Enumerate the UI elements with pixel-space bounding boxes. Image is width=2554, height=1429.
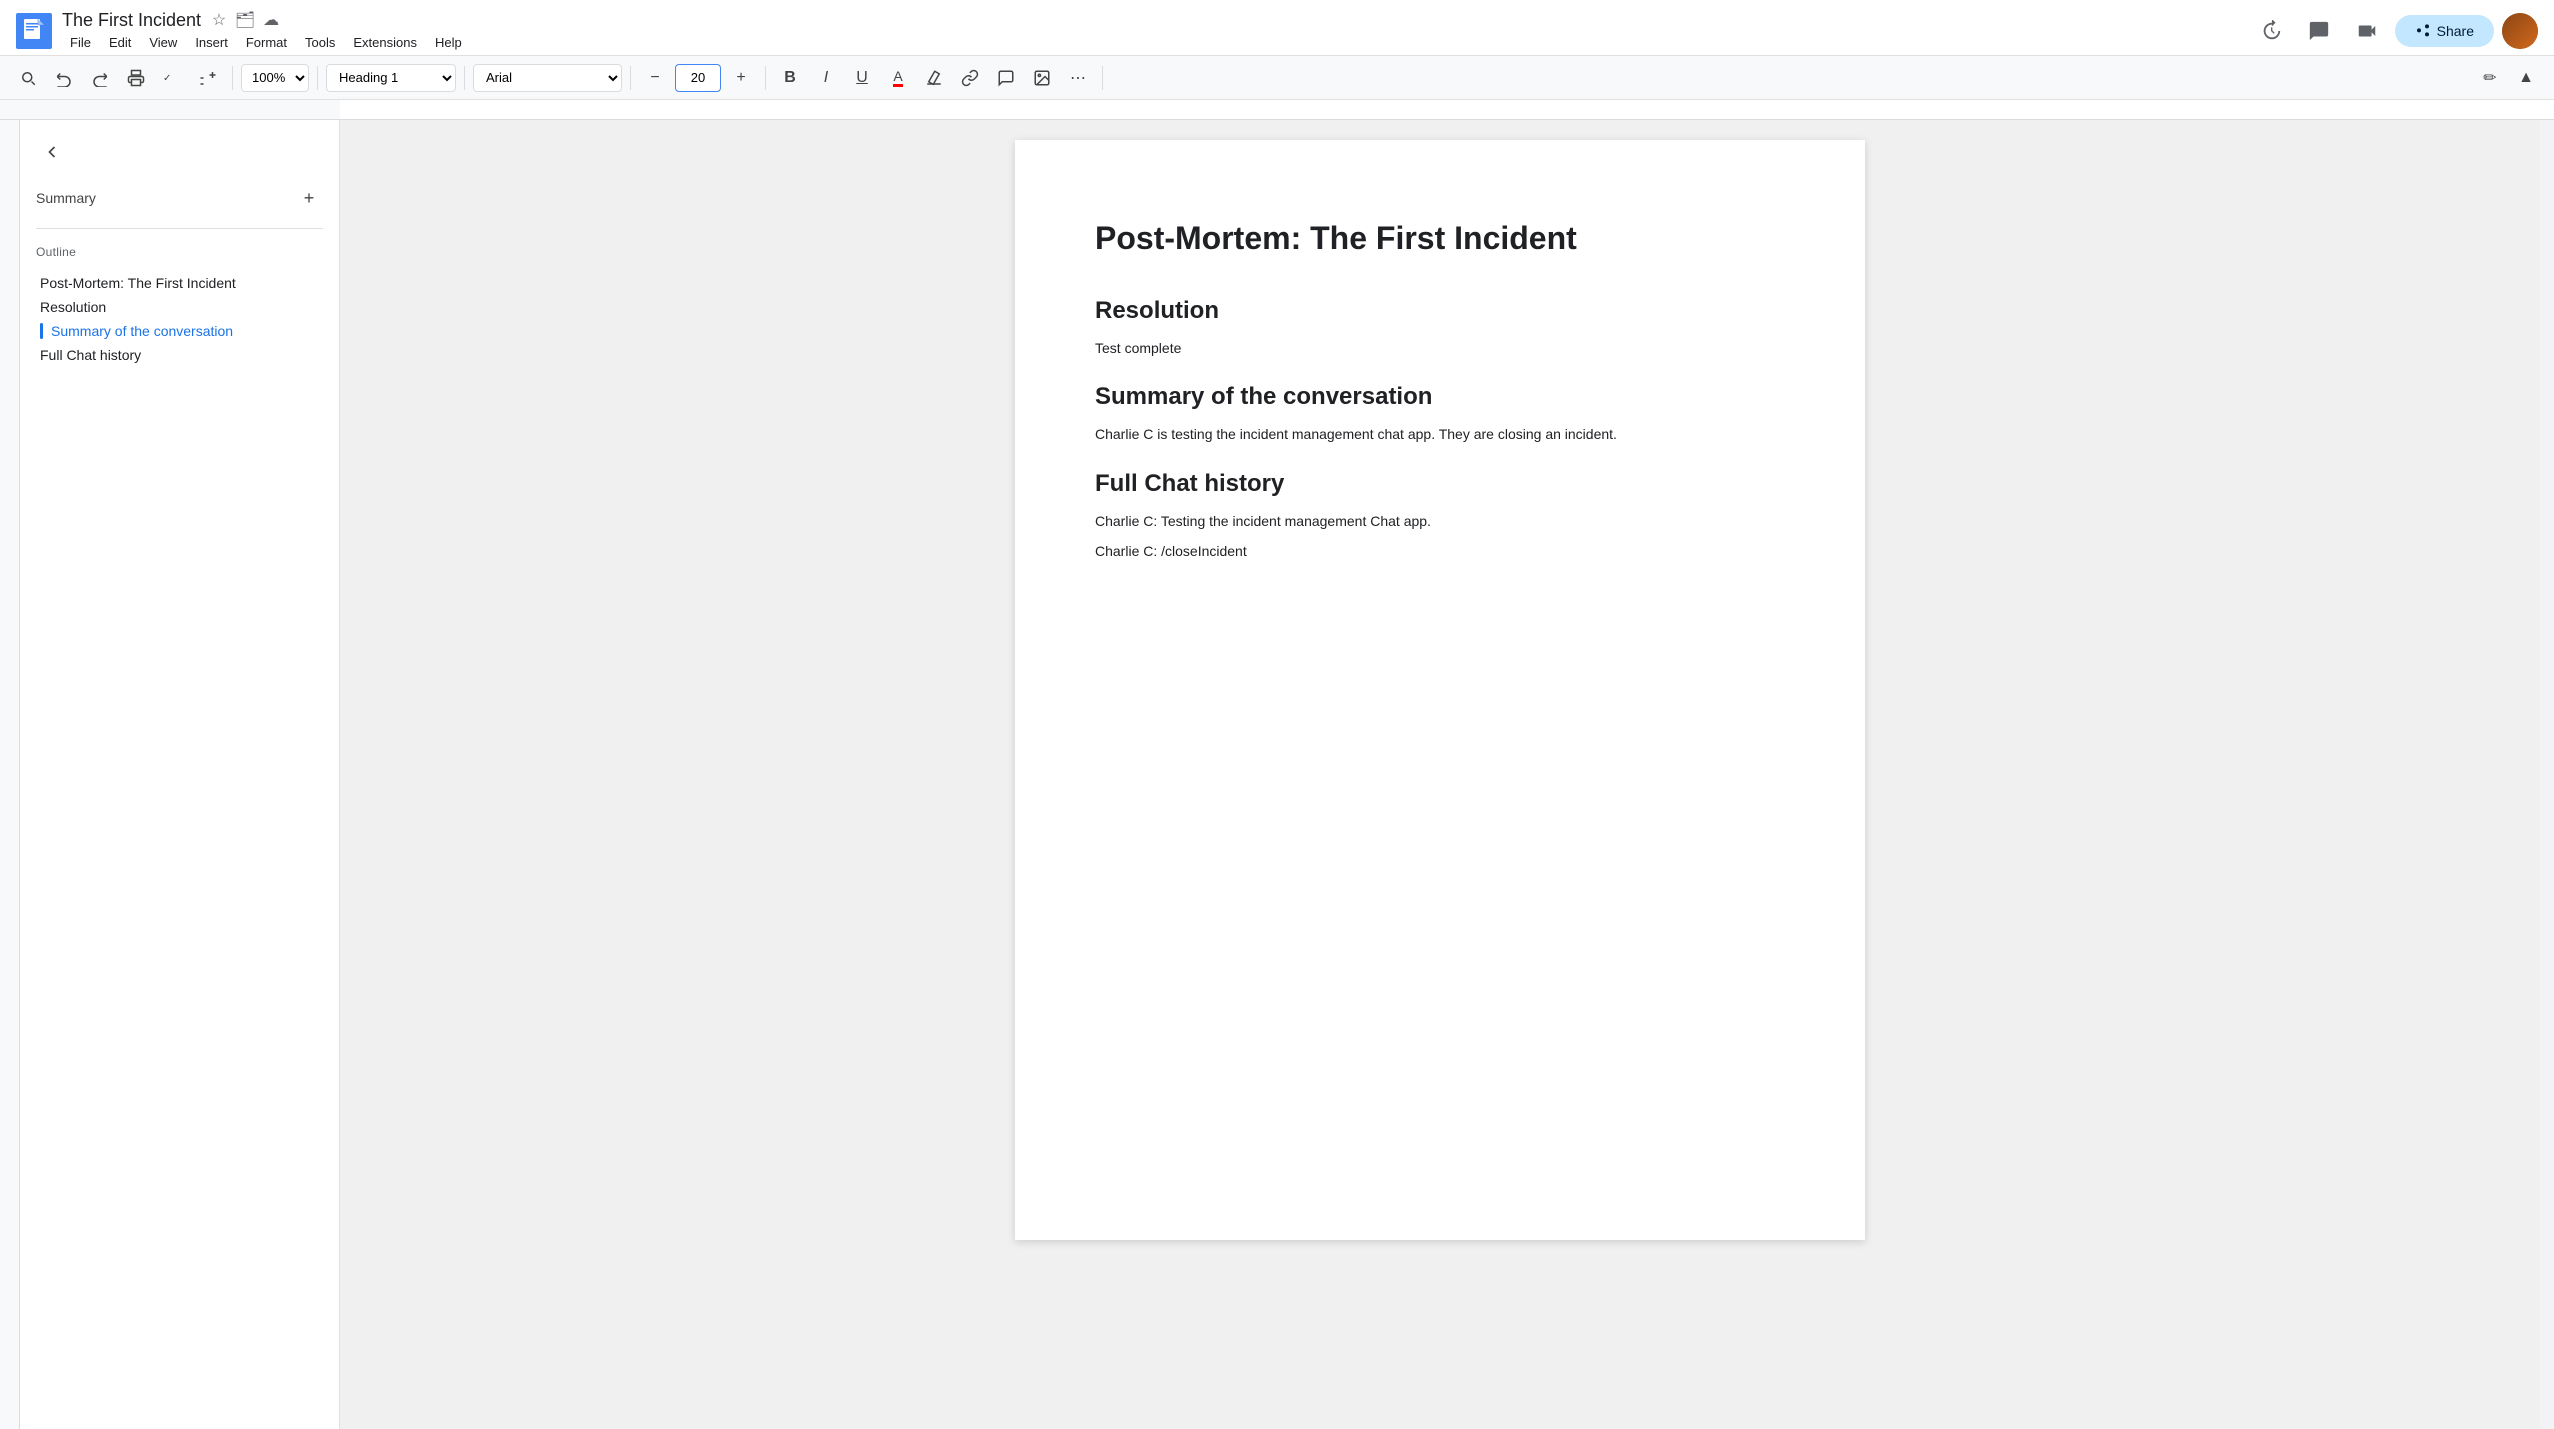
history-icon[interactable]	[2251, 11, 2291, 51]
star-icon[interactable]: ☆	[209, 10, 229, 30]
section-para-1-0: Charlie C is testing the incident manage…	[1095, 423, 1785, 445]
image-btn[interactable]	[1026, 62, 1058, 94]
doc-area[interactable]: Post-Mortem: The First Incident Resoluti…	[340, 120, 2540, 1429]
main-area: Summary + Outline Post-Mortem: The First…	[0, 120, 2554, 1429]
comment-btn[interactable]	[990, 62, 1022, 94]
menu-insert[interactable]: Insert	[187, 33, 236, 52]
avatar[interactable]	[2502, 13, 2538, 49]
outline-item-3[interactable]: Full Chat history	[36, 343, 323, 367]
menu-edit[interactable]: Edit	[101, 33, 139, 52]
link-btn[interactable]	[954, 62, 986, 94]
outline-item-1[interactable]: Resolution	[36, 295, 323, 319]
ruler	[0, 100, 2554, 120]
menu-extensions[interactable]: Extensions	[345, 33, 425, 52]
paint-format-btn[interactable]	[192, 62, 224, 94]
summary-label: Summary	[36, 190, 96, 206]
section-para-2-0: Charlie C: Testing the incident manageme…	[1095, 510, 1785, 532]
outline-item-2-label: Summary of the conversation	[51, 323, 233, 339]
section-para-0-0: Test complete	[1095, 337, 1785, 359]
italic-btn[interactable]: I	[810, 62, 842, 94]
toolbar-divider-3	[464, 66, 465, 90]
collapse-toolbar-btn[interactable]: ▲	[2510, 62, 2542, 94]
menu-help[interactable]: Help	[427, 33, 470, 52]
font-size-decrease-btn[interactable]: −	[639, 62, 671, 94]
font-size-increase-btn[interactable]: +	[725, 62, 757, 94]
underline-btn[interactable]: U	[846, 62, 878, 94]
highlight-btn[interactable]	[918, 62, 950, 94]
edit-mode-btn[interactable]: ✏	[2474, 62, 2506, 94]
svg-text:✓: ✓	[163, 73, 171, 84]
toolbar-divider-6	[1102, 66, 1103, 90]
spell-check-btn[interactable]: ✓	[156, 62, 188, 94]
font-size-input[interactable]	[675, 64, 721, 92]
doc-title[interactable]: The First Incident	[62, 10, 201, 31]
section-heading-1: Summary of the conversation	[1095, 383, 1785, 411]
summary-add-btn[interactable]: +	[295, 184, 323, 212]
toolbar: ✓ 100% 75% 125% Heading 1 Heading 2 Norm…	[0, 56, 2554, 100]
bold-btn[interactable]: B	[774, 62, 806, 94]
toolbar-divider-1	[232, 66, 233, 90]
folder-icon[interactable]: 🗂	[235, 10, 255, 30]
cloud-icon[interactable]: ☁	[261, 10, 281, 30]
section-heading-2: Full Chat history	[1095, 470, 1785, 498]
menu-file[interactable]: File	[62, 33, 99, 52]
title-area: The First Incident ☆ 🗂 ☁ File Edit View …	[62, 10, 470, 52]
menu-tools[interactable]: Tools	[297, 33, 343, 52]
sidebar: Summary + Outline Post-Mortem: The First…	[20, 120, 340, 1429]
share-label: Share	[2437, 23, 2474, 39]
document-page[interactable]: Post-Mortem: The First Incident Resoluti…	[1015, 140, 1865, 1240]
menu-view[interactable]: View	[141, 33, 185, 52]
video-call-icon[interactable]	[2347, 11, 2387, 51]
redo-btn[interactable]	[84, 62, 116, 94]
outline-item-0[interactable]: Post-Mortem: The First Incident	[36, 271, 323, 295]
ruler-inner	[340, 100, 2554, 119]
share-button[interactable]: Share	[2395, 15, 2494, 47]
outline-label: Outline	[36, 245, 323, 259]
sidebar-divider	[36, 228, 323, 229]
font-select[interactable]: Arial Times New Roman	[473, 64, 622, 92]
menu-bar: File Edit View Insert Format Tools Exten…	[62, 33, 470, 52]
comments-icon[interactable]	[2299, 11, 2339, 51]
text-color-btn[interactable]: A	[882, 62, 914, 94]
active-indicator	[40, 323, 43, 339]
toolbar-divider-5	[765, 66, 766, 90]
doc-main-title: Post-Mortem: The First Incident	[1095, 220, 1785, 257]
toolbar-divider-4	[630, 66, 631, 90]
sidebar-back-btn[interactable]	[36, 136, 68, 168]
zoom-select[interactable]: 100% 75% 125%	[241, 64, 309, 92]
undo-btn[interactable]	[48, 62, 80, 94]
outline-item-2[interactable]: Summary of the conversation	[36, 319, 323, 343]
toolbar-divider-2	[317, 66, 318, 90]
section-para-2-1: Charlie C: /closeIncident	[1095, 540, 1785, 562]
search-toolbar-btn[interactable]	[12, 62, 44, 94]
google-docs-icon	[16, 13, 52, 49]
print-btn[interactable]	[120, 62, 152, 94]
right-scrollbar[interactable]	[2540, 120, 2554, 1429]
more-btn[interactable]: ⋯	[1062, 62, 1094, 94]
menu-format[interactable]: Format	[238, 33, 295, 52]
style-select[interactable]: Heading 1 Heading 2 Normal text	[326, 64, 456, 92]
summary-section: Summary +	[36, 184, 323, 212]
title-bar: The First Incident ☆ 🗂 ☁ File Edit View …	[0, 0, 2554, 56]
left-ruler	[0, 120, 20, 1429]
section-heading-0: Resolution	[1095, 297, 1785, 325]
